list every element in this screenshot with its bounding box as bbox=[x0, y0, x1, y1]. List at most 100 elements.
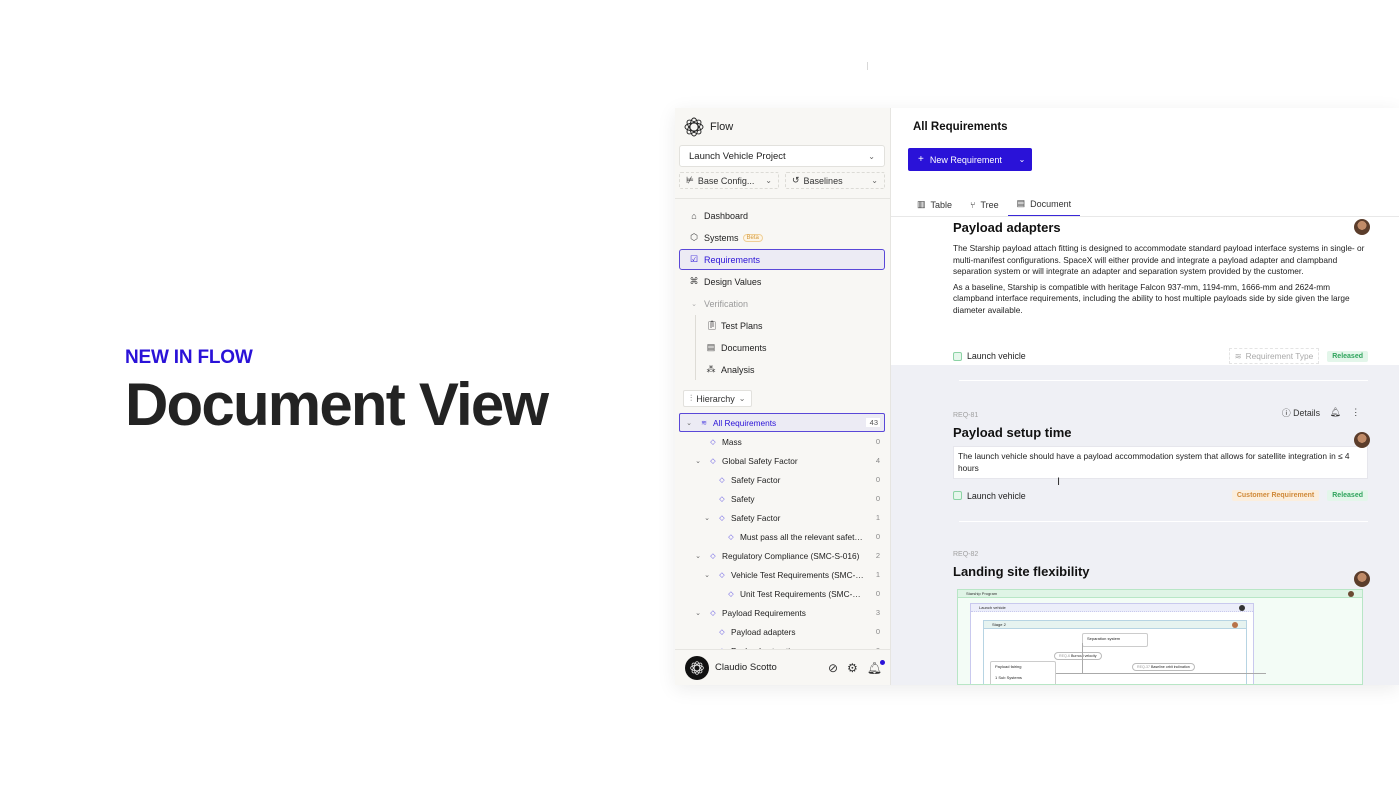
tab-tree[interactable]: ⑂ Tree bbox=[961, 192, 1008, 217]
tab-label: Document bbox=[1030, 198, 1072, 209]
chevron-down-icon[interactable]: ⌄ bbox=[693, 552, 703, 560]
diagram-pill-id: REQ-6 bbox=[1059, 654, 1070, 658]
chevron-down-icon[interactable]: ⌄ bbox=[693, 609, 703, 617]
branch-icon: ⊭ bbox=[686, 175, 694, 185]
diagram-stage: Stage 2 Separation system REQ-6 Burnout … bbox=[983, 620, 1266, 684]
details-label: Details bbox=[1293, 408, 1321, 418]
tree-item[interactable]: ⌄ ≋ All Requirements 43 bbox=[679, 413, 885, 432]
user-name: Claudio Scotto bbox=[715, 662, 777, 673]
tab-document[interactable]: ▤ Document bbox=[1007, 192, 1081, 217]
requirement-diamond-icon: ◇ bbox=[719, 514, 725, 522]
hero-kicker: NEW IN FLOW bbox=[125, 347, 253, 368]
sidebar-item-requirements[interactable]: ☑ Requirements bbox=[679, 249, 885, 270]
status-badge[interactable]: Released bbox=[1327, 490, 1368, 501]
chevron-down-icon[interactable]: ⌄ bbox=[702, 514, 712, 522]
diagram-program-label: Starship Program bbox=[966, 591, 998, 596]
base-config-button[interactable]: ⊭ Base Config... ⌄ bbox=[679, 172, 779, 189]
requirement-body-editor[interactable]: The launch vehicle should have a payload… bbox=[953, 446, 1368, 479]
sidebar-item-documents[interactable]: ▤ Documents bbox=[696, 337, 885, 358]
more-icon[interactable]: ⋮ bbox=[1351, 407, 1360, 418]
tree-item-label: Safety Factor bbox=[731, 474, 781, 485]
tree-item[interactable]: ◇ Payload adapters 0 bbox=[679, 622, 885, 641]
status-badge[interactable]: Released bbox=[1327, 350, 1368, 362]
tree-item-label: Safety bbox=[731, 493, 755, 504]
bell-icon[interactable]: 🔔︎ bbox=[1330, 407, 1341, 418]
sidebar-item-verification[interactable]: ⌄ Verification bbox=[679, 293, 885, 314]
document-icon: ▤ bbox=[706, 342, 716, 352]
tree-item[interactable]: ⌄ ◇ Payload Requirements 3 bbox=[679, 603, 885, 622]
system-label[interactable]: Launch vehicle bbox=[967, 491, 1232, 501]
embedded-system-diagram[interactable]: Starship Program Launch vehicle Stage 2 bbox=[957, 589, 1363, 685]
diagram-node-label: Separation system bbox=[1087, 636, 1121, 641]
tree-item[interactable]: ⌄ ◇ Safety Factor 1 bbox=[679, 508, 885, 527]
app-logo[interactable]: Flow bbox=[675, 109, 890, 145]
tree-item[interactable]: ◇ Must pass all the relevant safety r... 0 bbox=[679, 527, 885, 546]
requirement-title[interactable]: Landing site flexibility bbox=[953, 564, 1368, 579]
divider bbox=[959, 521, 1368, 522]
sidebar-item-design-values[interactable]: ⌘ Design Values bbox=[679, 271, 885, 292]
chevron-down-icon[interactable]: ⌄ bbox=[1012, 148, 1032, 171]
tree-item[interactable]: ⌄ ◇ Global Safety Factor 4 bbox=[679, 451, 885, 470]
requirement-title[interactable]: Payload setup time bbox=[953, 425, 1368, 440]
project-select[interactable]: Launch Vehicle Project ⌄ bbox=[679, 145, 885, 167]
chevron-down-icon: ⌄ bbox=[871, 176, 878, 185]
diagram-node-sub: 1 Sub Systems bbox=[995, 675, 1022, 680]
diagram-pill-label: Burnout velocity bbox=[1070, 654, 1097, 658]
chevron-down-icon[interactable]: ⌄ bbox=[693, 457, 703, 465]
tree-item-count: 0 bbox=[875, 475, 880, 484]
diagram-node: Separation system bbox=[1082, 633, 1148, 647]
baselines-button[interactable]: ↺ Baselines ⌄ bbox=[785, 172, 885, 189]
tree-item[interactable]: ◇ Unit Test Requirements (SMC-S-... 0 bbox=[679, 584, 885, 603]
owner-avatar[interactable] bbox=[1354, 571, 1370, 587]
sidebar: Flow Launch Vehicle Project ⌄ ⊭ Base Conf… bbox=[675, 108, 891, 685]
requirement-diamond-icon: ◇ bbox=[710, 609, 716, 617]
tree-item[interactable]: ◇ Safety Factor 0 bbox=[679, 470, 885, 489]
history-icon: ↺ bbox=[792, 175, 800, 185]
tree-item-count: 4 bbox=[875, 456, 880, 465]
diagram-pill-id: REQ-37 bbox=[1137, 665, 1150, 669]
sidebar-item-analysis[interactable]: ⁂ Analysis bbox=[696, 359, 885, 380]
tree-item[interactable]: ⌄ ◇ Regulatory Compliance (SMC-S-016) 2 bbox=[679, 546, 885, 565]
tree-item[interactable]: ◇ Safety 0 bbox=[679, 489, 885, 508]
tree-item[interactable]: ⌄ ◇ Vehicle Test Requirements (SMC-S-... 1 bbox=[679, 565, 885, 584]
tab-table[interactable]: ▥ Table bbox=[908, 192, 961, 217]
requirements-tree: ⌄ ≋ All Requirements 43 ◇ Mass 0 ⌄ ◇ Global Safet… bbox=[675, 413, 890, 660]
chevron-down-icon[interactable]: ⌄ bbox=[684, 419, 694, 427]
system-label[interactable]: Launch vehicle bbox=[967, 351, 1229, 361]
tree-item-label: Safety Factor bbox=[731, 512, 781, 523]
gear-icon[interactable]: ⚙ bbox=[847, 661, 858, 675]
tree-item[interactable]: ◇ Mass 0 bbox=[679, 432, 885, 451]
tree-item-label: Unit Test Requirements (SMC-S-... bbox=[740, 588, 866, 599]
document-icon: ▤ bbox=[1016, 198, 1026, 208]
compass-icon[interactable]: ⊘ bbox=[828, 661, 838, 675]
sidebar-item-dashboard[interactable]: ⌂ Dashboard bbox=[679, 205, 885, 226]
diagram-node-label: Payload fairing bbox=[995, 664, 1022, 669]
layers-icon: ≋ bbox=[701, 419, 707, 427]
requirement-paragraph: As a baseline, Starship is compatible wi… bbox=[953, 281, 1350, 315]
requirement-section: Payload adapters The Starship payload at… bbox=[953, 217, 1370, 364]
sidebar-item-test-plans[interactable]: 📋︎ Test Plans bbox=[696, 315, 885, 336]
diagram-stage-label: Stage 2 bbox=[992, 622, 1006, 627]
avatar[interactable] bbox=[685, 655, 709, 680]
owner-avatar[interactable] bbox=[1354, 432, 1370, 448]
document-view: Payload adapters The Starship payload at… bbox=[891, 217, 1399, 685]
notifications-button[interactable]: 🔔︎ bbox=[867, 659, 885, 675]
project-name: Launch Vehicle Project bbox=[689, 150, 786, 162]
tree-item-count: 0 bbox=[875, 494, 880, 503]
requirement-body[interactable]: The Starship payload attach fitting is d… bbox=[953, 243, 1368, 316]
diagram-pill-label: Baseline orbit inclination bbox=[1150, 665, 1190, 669]
owner-avatar[interactable] bbox=[1354, 219, 1370, 235]
sidebar-item-systems[interactable]: ⬡ Systems Beta bbox=[679, 227, 885, 248]
hierarchy-button[interactable]: ⫶ Hierarchy ⌄ bbox=[683, 390, 753, 407]
sidebar-item-label: Documents bbox=[721, 342, 767, 353]
layers-icon: ≋ bbox=[1234, 351, 1242, 361]
sidebar-item-label: Design Values bbox=[704, 276, 762, 287]
new-requirement-button[interactable]: + New Requirement ⌄ bbox=[908, 148, 1032, 171]
diagram-avatar bbox=[1239, 605, 1245, 611]
diagram-launch-vehicle: Launch vehicle Stage 2 Separation system… bbox=[970, 603, 1266, 684]
requirement-title[interactable]: Payload adapters bbox=[953, 220, 1368, 235]
details-button[interactable]: ⓘ Details bbox=[1282, 406, 1320, 419]
requirement-type-badge[interactable]: Customer Requirement bbox=[1231, 490, 1320, 501]
chevron-down-icon[interactable]: ⌄ bbox=[702, 571, 712, 579]
requirement-type-selector[interactable]: ≋ Requirement Type bbox=[1228, 348, 1320, 364]
